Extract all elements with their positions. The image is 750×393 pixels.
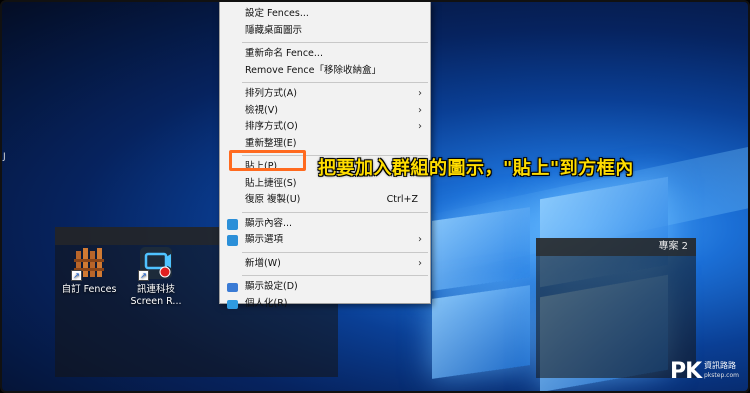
desktop-icon-label-line1: 訊連科技 <box>136 284 175 295</box>
menu-item-label: 顯示選項 <box>245 234 284 245</box>
menu-separator <box>242 275 428 276</box>
fences-menu-icon <box>227 235 238 246</box>
menu-item-rename-fence[interactable]: 重新命名 Fence... <box>220 46 430 63</box>
desktop-background: J 修圖軟體 專案 2 ↗ 自訂 Fences <box>0 0 750 393</box>
desktop-icon-fences[interactable]: ↗ 自訂 Fences <box>57 245 121 296</box>
watermark-brand: PK <box>670 359 702 384</box>
fences-app-icon: ↗ <box>71 245 107 281</box>
menu-item-label: 顯示內容... <box>245 217 293 229</box>
pk-watermark-logo: PK 資訊路路 pkstep.com <box>670 359 739 385</box>
menu-item-fences-settings[interactable]: 設定 Fences... <box>220 6 430 23</box>
menu-separator <box>242 251 428 253</box>
shortcut-arrow-icon: ↗ <box>71 270 82 281</box>
chevron-right-icon: › <box>418 121 422 132</box>
annotation-text: 把要加入群組的圖示，"貼上"到方框內 <box>318 158 634 179</box>
menu-item-label: 設定 Fences... <box>245 8 309 19</box>
menu-item-new[interactable]: 新增(W) › <box>220 256 430 273</box>
menu-item-label: 新增(W) <box>245 257 281 269</box>
chevron-right-icon: › <box>418 88 422 99</box>
menu-shortcut: Ctrl+Z <box>386 194 418 205</box>
chevron-right-icon: › <box>418 257 422 269</box>
menu-item-label: 重新整理(E) <box>245 137 297 149</box>
windows-logo-pane-top-left <box>432 207 530 291</box>
desktop-icon-screen-recorder[interactable]: ↗ 訊連科技 Screen R... <box>124 245 188 308</box>
menu-item-remove-fence[interactable]: Remove Fence「移除收納盒」 <box>220 63 430 80</box>
menu-item-personalize[interactable]: 個人化(R) <box>220 296 430 313</box>
menu-item-label: 復原 複製(U) <box>245 194 301 205</box>
menu-item-arrange-by[interactable]: 排列方式(A) › <box>220 86 430 103</box>
menu-item-label: 個人化(R) <box>245 297 288 309</box>
personalize-icon <box>227 299 238 309</box>
menu-item-label: 排序方式(O) <box>245 121 298 132</box>
edge-fragment: J <box>3 152 6 162</box>
fence-project-2[interactable]: 專案 2 <box>536 238 696 378</box>
menu-item-label: 排列方式(A) <box>245 88 297 99</box>
paste-highlight-box <box>229 150 306 171</box>
menu-item-display-settings[interactable]: 顯示設定(D) <box>220 279 430 296</box>
fences-menu-icon <box>227 218 238 230</box>
menu-item-label: 重新命名 Fence... <box>245 48 323 59</box>
chevron-right-icon: › <box>418 104 422 116</box>
menu-item-label: 檢視(V) <box>245 104 278 116</box>
menu-item-show-contents[interactable]: 顯示內容... <box>220 216 430 233</box>
fence-title[interactable]: 專案 2 <box>536 238 696 256</box>
menu-item-label: 顯示設定(D) <box>245 281 298 292</box>
menu-item-label: Remove Fence「移除收納盒」 <box>245 64 381 76</box>
monitor-icon <box>227 283 238 292</box>
menu-item-view[interactable]: 檢視(V) › <box>220 103 430 120</box>
menu-separator <box>242 82 428 83</box>
menu-separator <box>242 211 428 213</box>
chevron-right-icon: › <box>418 234 422 245</box>
menu-item-label: 貼上捷徑(S) <box>245 177 297 189</box>
menu-item-label: 隱藏桌面圖示 <box>245 24 303 36</box>
menu-item-undo-copy[interactable]: 復原 複製(U) Ctrl+Z <box>220 192 430 209</box>
menu-item-display-options[interactable]: 顯示選項 › <box>220 232 430 249</box>
windows-logo-pane-bottom-left <box>432 285 530 379</box>
shortcut-arrow-icon: ↗ <box>138 270 149 281</box>
menu-item-hide-desktop-icons[interactable]: 隱藏桌面圖示 <box>220 23 430 40</box>
screen-recorder-app-icon: ↗ <box>138 245 174 281</box>
watermark-url: pkstep.com <box>704 372 739 379</box>
desktop-icon-label: 自訂 Fences <box>61 284 117 295</box>
desktop-icon-label-line2: Screen R... <box>130 296 182 307</box>
menu-item-sort-by[interactable]: 排序方式(O) › <box>220 119 430 136</box>
watermark-subtitle: 資訊路路 <box>704 361 736 370</box>
menu-separator <box>242 42 428 43</box>
